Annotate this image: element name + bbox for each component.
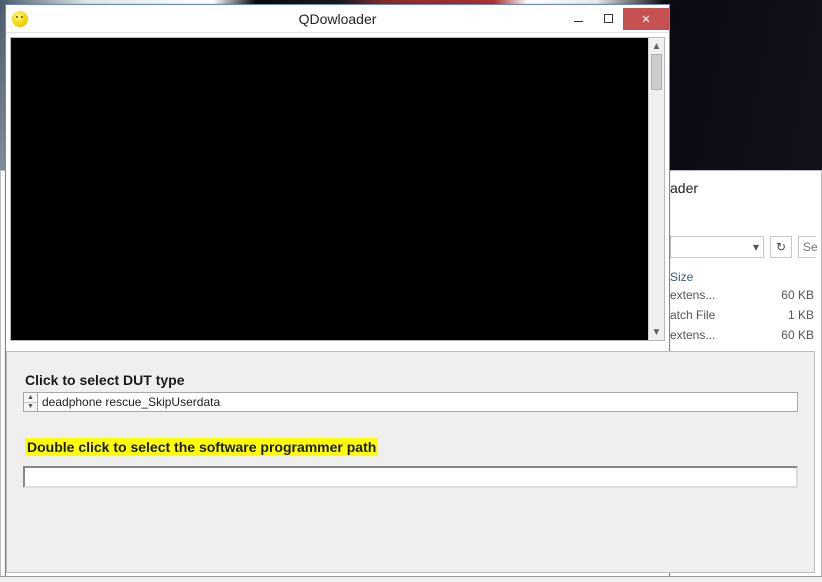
spin-up-button[interactable]: ▲ [24, 393, 37, 403]
explorer-rows: extens... 60 KB atch File 1 KB extens...… [670, 285, 814, 345]
file-size-cell: 60 KB [764, 328, 814, 342]
maximize-icon [604, 14, 613, 23]
minimize-icon [574, 21, 583, 22]
table-row[interactable]: extens... 60 KB [670, 325, 814, 345]
lower-panel: Click to select DUT type ▲ ▼ Double clic… [6, 351, 815, 573]
file-type-cell: extens... [670, 288, 750, 302]
window-controls: ✕ [563, 8, 669, 30]
explorer-search-input[interactable]: Se [798, 236, 816, 258]
scroll-down-button[interactable]: ▼ [649, 324, 664, 340]
address-combo[interactable]: ▾ [670, 236, 764, 258]
refresh-button[interactable]: ↻ [770, 236, 792, 258]
taskbar[interactable] [0, 576, 822, 582]
table-row[interactable]: atch File 1 KB [670, 305, 814, 325]
console-area: ▲ ▼ [10, 37, 665, 341]
scroll-up-button[interactable]: ▲ [649, 38, 664, 54]
table-row[interactable]: extens... 60 KB [670, 285, 814, 305]
size-column-header[interactable]: Size [670, 270, 693, 284]
dut-type-input[interactable] [37, 392, 798, 412]
scrollbar-track[interactable] [649, 54, 664, 324]
close-button[interactable]: ✕ [623, 8, 669, 30]
vertical-scrollbar[interactable]: ▲ ▼ [648, 38, 664, 340]
file-type-cell: atch File [670, 308, 750, 322]
close-icon: ✕ [642, 12, 650, 26]
explorer-column-header[interactable]: Size [670, 270, 693, 284]
maximize-button[interactable] [593, 8, 623, 30]
minimize-button[interactable] [563, 8, 593, 30]
dut-type-label: Click to select DUT type [25, 372, 798, 388]
titlebar[interactable]: QDowloader ✕ [6, 5, 669, 33]
highlighted-text: Double click to select the software prog… [25, 438, 378, 456]
log-output[interactable] [11, 38, 648, 340]
programmer-path-label: Double click to select the software prog… [25, 438, 798, 456]
spin-down-button[interactable]: ▼ [24, 403, 37, 412]
file-type-cell: extens... [670, 328, 750, 342]
dut-type-selector-row: ▲ ▼ [23, 392, 798, 412]
background-explorer-toolbar: ▾ ↻ Se [670, 236, 816, 258]
smiley-icon [12, 11, 28, 27]
scrollbar-thumb[interactable] [651, 54, 662, 90]
programmer-path-input[interactable] [23, 466, 798, 488]
qdownloader-window: QDowloader ✕ ▲ ▼ Click to select DUT typ… [5, 4, 670, 580]
background-explorer-title: ader [670, 180, 698, 196]
file-size-cell: 1 KB [764, 308, 814, 322]
file-size-cell: 60 KB [764, 288, 814, 302]
spin-buttons: ▲ ▼ [23, 392, 37, 412]
